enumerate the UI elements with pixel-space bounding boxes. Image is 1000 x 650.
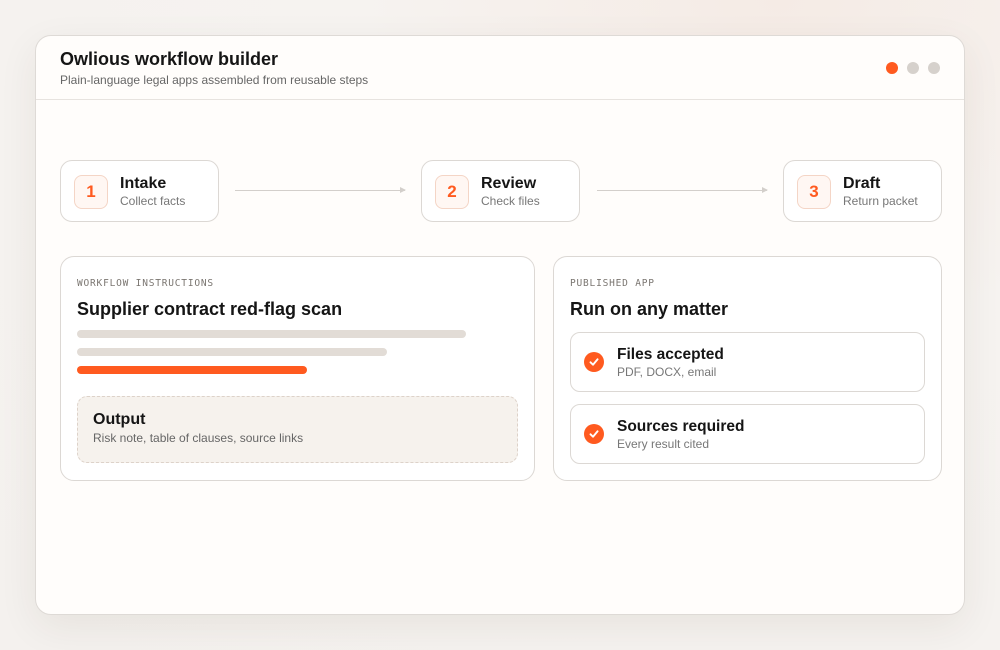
pager-dot-2[interactable]: [907, 62, 919, 74]
pager-dot-3[interactable]: [928, 62, 940, 74]
app-window: Owlious workflow builder Plain-language …: [35, 35, 965, 615]
feature-subtitle: Every result cited: [617, 437, 710, 451]
card-label: PUBLISHED APP: [570, 278, 655, 289]
placeholder-line: [77, 330, 466, 338]
step-subtitle: Return packet: [843, 194, 918, 208]
app-subtitle: Plain-language legal apps assembled from…: [60, 73, 369, 87]
feature-title: Sources required: [617, 418, 745, 435]
check-circle-icon: [584, 352, 604, 372]
feature-title: Files accepted: [617, 346, 724, 363]
card-title: Run on any matter: [570, 299, 729, 319]
arrow-right-icon: [235, 187, 406, 193]
output-title: Output: [93, 411, 146, 428]
step-subtitle: Collect facts: [120, 194, 186, 208]
step-draft[interactable]: 3 Draft Return packet: [783, 160, 942, 222]
arrow-right-icon: [597, 187, 768, 193]
step-title: Review: [481, 175, 537, 192]
placeholder-line: [77, 348, 387, 356]
check-circle-icon: [584, 424, 604, 444]
step-number-badge: 3: [797, 175, 831, 209]
feature-subtitle: PDF, DOCX, email: [617, 365, 717, 379]
feature-files-accepted: Files accepted PDF, DOCX, email: [570, 332, 925, 392]
app-title: Owlious workflow builder: [60, 49, 279, 69]
card-title: Supplier contract red-flag scan: [77, 299, 343, 319]
workflow-instructions-card: WORKFLOW INSTRUCTIONS Supplier contract …: [60, 256, 535, 481]
card-label: WORKFLOW INSTRUCTIONS: [77, 278, 214, 289]
progress-line: [77, 366, 307, 374]
step-title: Intake: [120, 175, 167, 192]
window-header: Owlious workflow builder Plain-language …: [36, 36, 964, 100]
step-review[interactable]: 2 Review Check files: [421, 160, 580, 222]
output-box: Output Risk note, table of clauses, sour…: [77, 396, 518, 463]
pager-dot-1[interactable]: [886, 62, 898, 74]
step-title: Draft: [843, 175, 881, 192]
feature-sources-required: Sources required Every result cited: [570, 404, 925, 464]
step-number-badge: 2: [435, 175, 469, 209]
published-app-card: PUBLISHED APP Run on any matter Files ac…: [553, 256, 942, 481]
step-number-badge: 1: [74, 175, 108, 209]
pager-dots: [886, 62, 940, 74]
step-intake[interactable]: 1 Intake Collect facts: [60, 160, 219, 222]
step-subtitle: Check files: [481, 194, 540, 208]
output-subtitle: Risk note, table of clauses, source link…: [93, 431, 304, 445]
